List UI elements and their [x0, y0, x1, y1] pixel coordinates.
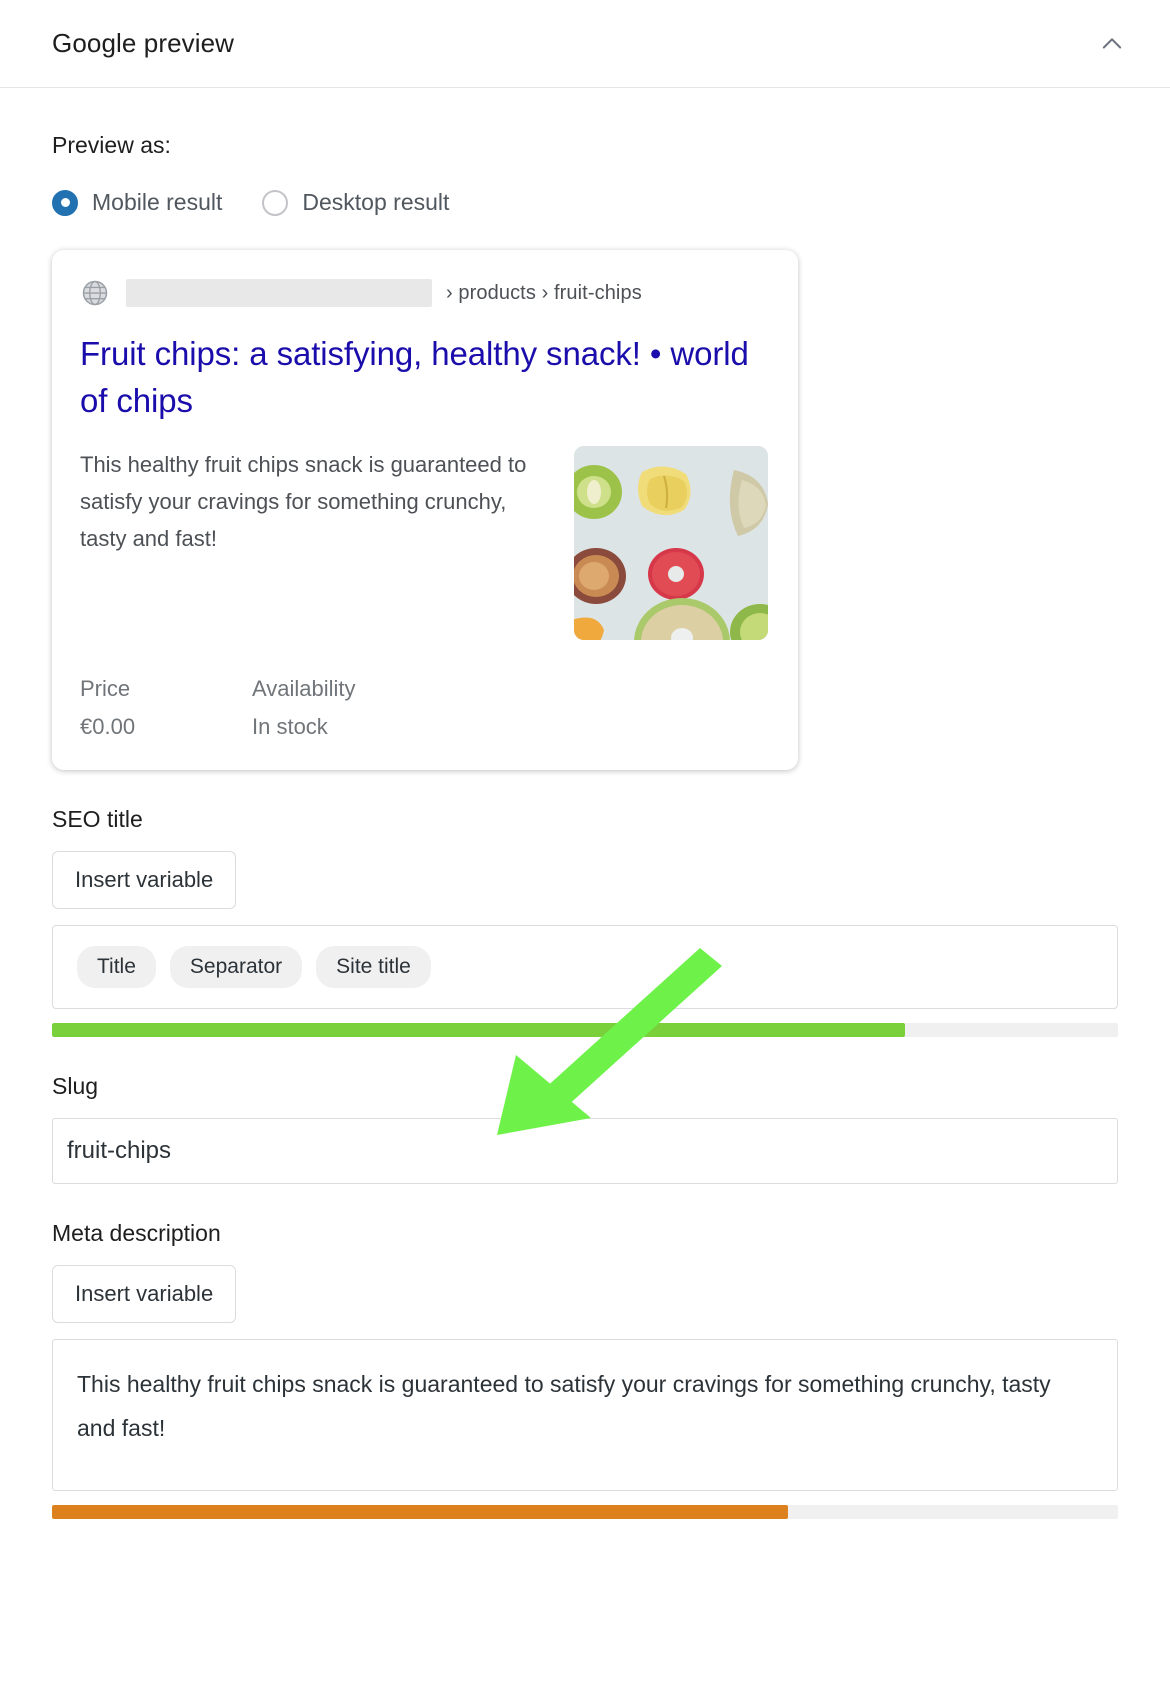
radio-dot-mobile[interactable] [52, 189, 78, 216]
meta-description-input[interactable]: This healthy fruit chips snack is guaran… [52, 1339, 1118, 1491]
collapse-panel-button[interactable] [1090, 22, 1134, 66]
breadcrumb: › products › fruit-chips [446, 281, 642, 304]
serp-meta-availability-value: In stock [252, 714, 328, 739]
meta-description-section: Meta description Insert variable This he… [52, 1220, 1118, 1519]
chevron-up-icon [1098, 30, 1126, 58]
serp-product-meta: Price €0.00 Availability In stock [80, 676, 770, 740]
radio-option-mobile-result[interactable]: Mobile result [52, 189, 222, 216]
page-title: Google preview [52, 28, 235, 58]
serp-description: This healthy fruit chips snack is guaran… [80, 452, 527, 551]
preview-as-label: Preview as: [52, 132, 171, 158]
serp-meta-availability-label: Availability [252, 676, 356, 701]
radio-label-desktop: Desktop result [302, 189, 450, 215]
seo-title-input[interactable]: Title Separator Site title [52, 925, 1118, 1009]
meta-description-length-progress [52, 1505, 1118, 1519]
radio-dot-desktop[interactable] [262, 189, 289, 216]
slug-label: Slug [52, 1073, 99, 1099]
panel-body: Preview as: Mobile result Desktop result… [0, 88, 1170, 1519]
radio-label-mobile: Mobile result [92, 189, 223, 215]
panel-header: Google preview [0, 0, 1170, 88]
seo-title-insert-variable-button[interactable]: Insert variable [52, 851, 237, 909]
meta-description-label: Meta description [52, 1220, 221, 1246]
globe-icon [80, 278, 110, 308]
serp-title-link[interactable]: Fruit chips: a satisfying, healthy snack… [80, 330, 770, 424]
seo-title-section: SEO title Insert variable Title Separato… [52, 806, 1118, 1037]
google-preview-card: › products › fruit-chips Fruit chips: a … [52, 250, 798, 770]
meta-description-length-progress-fill [52, 1505, 788, 1519]
meta-description-insert-variable-button[interactable]: Insert variable [52, 1265, 237, 1323]
url-redacted-block [126, 279, 432, 307]
variable-pill-site-title[interactable]: Site title [316, 946, 431, 988]
seo-title-length-progress-fill [52, 1023, 905, 1037]
radio-option-desktop-result[interactable]: Desktop result [262, 189, 449, 216]
serp-meta-price-label: Price [80, 676, 131, 701]
slug-section: Slug fruit-chips [52, 1073, 1118, 1184]
slug-input[interactable]: fruit-chips [52, 1118, 1118, 1184]
preview-as-radio-group: Mobile result Desktop result [52, 189, 1118, 216]
seo-title-length-progress [52, 1023, 1118, 1037]
serp-url-row: › products › fruit-chips [80, 278, 770, 308]
serp-meta-availability: Availability In stock [252, 676, 424, 740]
serp-meta-price-value: €0.00 [80, 714, 136, 739]
serp-thumbnail-image [574, 446, 768, 640]
seo-title-label: SEO title [52, 806, 143, 832]
variable-pill-separator[interactable]: Separator [169, 946, 303, 988]
serp-meta-price: Price €0.00 [80, 676, 252, 740]
variable-pill-title[interactable]: Title [77, 946, 156, 988]
serp-snippet-row: This healthy fruit chips snack is guaran… [80, 446, 770, 640]
